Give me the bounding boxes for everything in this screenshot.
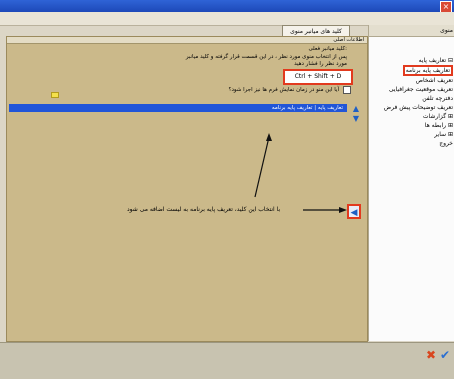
- tree-item-program-base-definitions[interactable]: تعاریف پایه برنامه: [402, 65, 453, 76]
- confirm-icon[interactable]: ✔: [438, 348, 452, 362]
- toolbar-strip: [0, 12, 454, 26]
- annotation-arrows: [254, 133, 347, 213]
- tree-item-geo-location[interactable]: تعریف موقعیت جغرافیایی: [389, 86, 453, 93]
- tree-item-phonebook[interactable]: دفترچه تلفن: [422, 95, 453, 102]
- sidebar-header: منوی: [369, 25, 454, 37]
- tree-node-reports[interactable]: گزارشات ⊞: [423, 113, 453, 120]
- tree-node-other[interactable]: سایر ⊞: [434, 131, 453, 138]
- annotation-arrowhead-up: [266, 133, 272, 141]
- title-bar: ×: [0, 0, 454, 13]
- tree-item-default-descriptions[interactable]: تعریف توضیحات پیش فرض: [384, 104, 453, 111]
- tree-item-exit[interactable]: خروج: [439, 140, 453, 147]
- shortcut-panel: اطلاعات اصلی کلید میانبر فعلی: پس از انت…: [6, 36, 368, 342]
- sidebar-menu: منوی تعاریف پایه ⊟ تعاریف پایه برنامه تع…: [368, 25, 454, 341]
- main-window: × کلید های میانبر منوی اصلی منوی تعاریف …: [0, 0, 454, 379]
- tree-node-base-definitions[interactable]: تعاریف پایه ⊟: [419, 57, 453, 64]
- cancel-icon[interactable]: ✖: [424, 348, 438, 362]
- annotation-arrowhead-right: [339, 207, 347, 213]
- status-area: [0, 342, 454, 379]
- tree-node-relations[interactable]: رابطه ها ⊞: [425, 122, 453, 129]
- annotation-arrow-up: [254, 136, 270, 198]
- tree-item-persons[interactable]: تعریف اشخاص: [416, 77, 453, 84]
